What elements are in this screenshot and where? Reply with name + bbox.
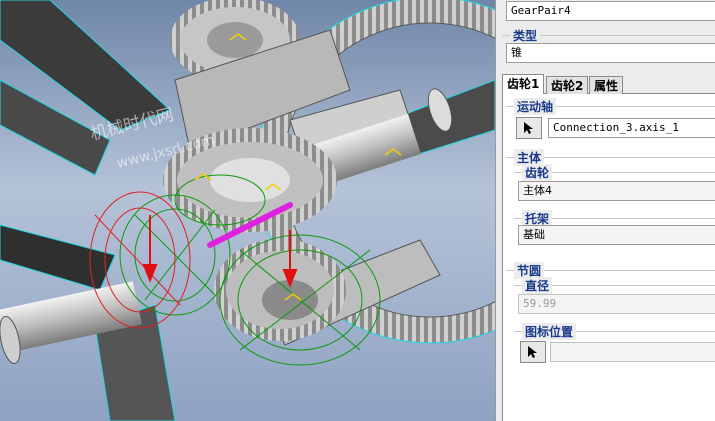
- diameter-input: 59.99: [518, 294, 715, 314]
- icon-position-pick-button[interactable]: [520, 341, 546, 363]
- motion-axis-reference[interactable]: Connection_3.axis_1: [548, 118, 715, 138]
- gear-pair-name-input[interactable]: GearPair4: [506, 1, 715, 21]
- cursor-arrow-icon: [528, 346, 537, 358]
- type-group-label: 类型: [510, 27, 541, 44]
- assembly-model: 机械时代网 www.jxsd.com: [0, 0, 495, 421]
- gear-body-field[interactable]: 主体4: [518, 181, 715, 201]
- motion-axis-label: 运动轴: [514, 98, 557, 115]
- motion-axis-pick-button[interactable]: [516, 117, 542, 139]
- tab-gear2[interactable]: 齿轮2: [546, 76, 589, 94]
- icon-position-label: 图标位置: [522, 323, 577, 340]
- cad-viewport[interactable]: 机械时代网 www.jxsd.com: [0, 0, 495, 421]
- type-select[interactable]: 锥: [506, 43, 715, 63]
- gear-body-label: 齿轮: [522, 164, 553, 181]
- icon-position-field[interactable]: [550, 342, 715, 362]
- carrier-field[interactable]: 基础: [518, 225, 715, 245]
- tab-gear1[interactable]: 齿轮1: [502, 74, 545, 94]
- tab-properties[interactable]: 属性: [589, 76, 624, 94]
- diameter-label: 直径: [522, 277, 553, 294]
- cursor-arrow-icon: [524, 122, 533, 134]
- gear-pair-property-panel: GearPair4 类型 锥 齿轮1 齿轮2 属性 运动轴 Connection…: [495, 0, 715, 421]
- tab-panel: [502, 93, 715, 421]
